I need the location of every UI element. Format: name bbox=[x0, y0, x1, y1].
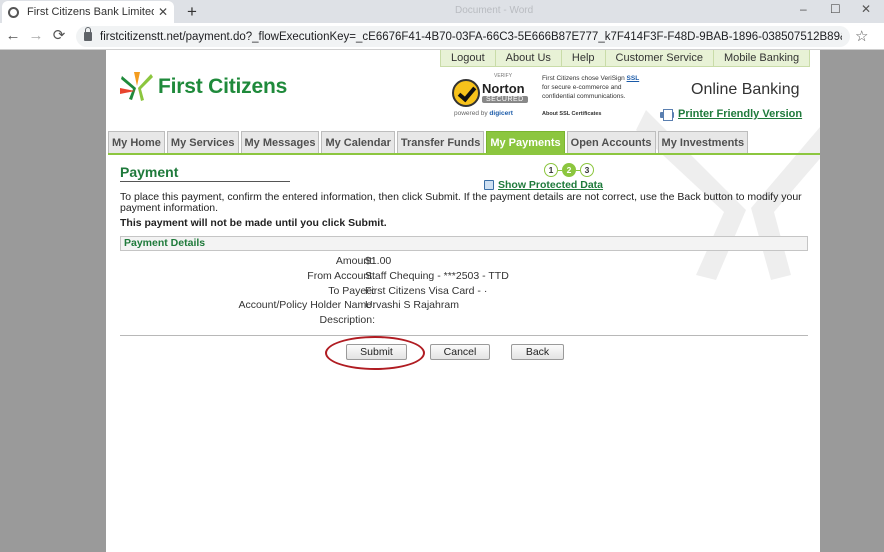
verisign-line-2: for secure e-commerce and bbox=[542, 83, 622, 91]
online-banking-label: Online Banking bbox=[691, 81, 800, 98]
utility-nav: Logout About Us Help Customer Service Mo… bbox=[440, 50, 811, 67]
page-title: Payment bbox=[120, 164, 179, 180]
instructions-text: To place this payment, confirm the enter… bbox=[120, 191, 802, 214]
minimize-icon[interactable]: – bbox=[800, 2, 807, 16]
digicert-label: digicert bbox=[489, 110, 513, 117]
about-us-link[interactable]: About Us bbox=[496, 50, 562, 66]
globe-icon bbox=[8, 6, 19, 18]
detail-row-description: Description: bbox=[120, 314, 808, 329]
norton-name: Norton bbox=[482, 81, 525, 96]
back-arrow-icon[interactable]: ← bbox=[4, 26, 22, 46]
title-underline bbox=[120, 181, 290, 182]
tab-my-services[interactable]: My Services bbox=[166, 131, 239, 153]
norton-powered-by: powered by digicert bbox=[454, 110, 513, 117]
verisign-line-1: First Citizens chose VeriSign bbox=[542, 75, 625, 82]
help-link[interactable]: Help bbox=[562, 50, 606, 66]
tab-my-investments[interactable]: My Investments bbox=[657, 131, 749, 153]
detail-value: $1.00 bbox=[365, 255, 392, 267]
submit-button[interactable]: Submit bbox=[346, 344, 407, 360]
detail-label: Description: bbox=[319, 314, 375, 326]
detail-value: First Citizens Visa Card - · bbox=[365, 285, 488, 297]
tab-open-accounts[interactable]: Open Accounts bbox=[566, 131, 656, 153]
forward-arrow-icon[interactable]: → bbox=[27, 26, 45, 46]
printer-friendly-link[interactable]: Printer Friendly Version bbox=[660, 108, 803, 121]
step-indicator: 1 2 3 bbox=[544, 163, 594, 177]
show-protected-data-link[interactable]: Show Protected Data bbox=[484, 179, 603, 191]
detail-value: Urvashi S Rajahram bbox=[365, 299, 459, 311]
payment-details-header: Payment Details bbox=[120, 236, 808, 251]
norton-checkmark-icon bbox=[452, 79, 480, 107]
browser-tab[interactable]: First Citizens Bank Limited, - Pay ✕ bbox=[2, 1, 174, 23]
norton-powered-label: powered by bbox=[454, 110, 488, 117]
detail-row-to-payee: To Payee: First Citizens Visa Card - · bbox=[120, 285, 808, 300]
bookmark-star-icon[interactable]: ☆ bbox=[855, 27, 868, 45]
main-tabs: My Home My Services My Messages My Calen… bbox=[108, 131, 750, 153]
logout-link[interactable]: Logout bbox=[441, 50, 496, 66]
protected-data-icon bbox=[484, 180, 494, 190]
norton-secured-badge: SECURED bbox=[482, 96, 528, 103]
close-tab-icon[interactable]: ✕ bbox=[158, 5, 168, 19]
about-ssl-link[interactable]: About SSL Certificates bbox=[542, 111, 672, 118]
show-protected-label: Show Protected Data bbox=[498, 179, 604, 191]
first-citizens-logo-icon bbox=[120, 72, 153, 101]
printer-friendly-label: Printer Friendly Version bbox=[678, 108, 803, 120]
close-window-icon[interactable]: ✕ bbox=[861, 2, 871, 16]
tab-my-messages[interactable]: My Messages bbox=[240, 131, 320, 153]
browser-tab-bar: First Citizens Bank Limited, - Pay ✕ + D… bbox=[0, 0, 884, 23]
maximize-icon[interactable]: ☐ bbox=[830, 2, 841, 16]
background-window-title: Document - Word bbox=[455, 5, 534, 16]
norton-seal[interactable]: VERIFY Norton SECURED powered by digicer… bbox=[452, 73, 530, 119]
brand-name: First Citizens bbox=[158, 75, 288, 98]
customer-service-link[interactable]: Customer Service bbox=[606, 50, 714, 66]
step-3: 3 bbox=[580, 163, 594, 177]
norton-verify-label: VERIFY bbox=[494, 73, 513, 79]
new-tab-button[interactable]: + bbox=[181, 2, 203, 22]
mobile-banking-link[interactable]: Mobile Banking bbox=[714, 50, 809, 66]
ssl-link[interactable]: SSL bbox=[627, 75, 640, 82]
detail-row-from-account: From Account: Staff Chequing - ***2503 -… bbox=[120, 270, 808, 285]
step-1: 1 bbox=[544, 163, 558, 177]
lock-icon bbox=[84, 27, 92, 41]
detail-row-holder-name: Account/Policy Holder Name: Urvashi S Ra… bbox=[120, 299, 808, 314]
tab-underline bbox=[108, 153, 820, 155]
url-input[interactable]: firstcitizenstt.net/payment.do?_flowExec… bbox=[76, 26, 850, 47]
address-bar: ← → ⟳ firstcitizenstt.net/payment.do?_fl… bbox=[0, 23, 884, 50]
tab-my-calendar[interactable]: My Calendar bbox=[321, 131, 395, 153]
tab-transfer-funds[interactable]: Transfer Funds bbox=[396, 131, 485, 153]
tab-my-home[interactable]: My Home bbox=[108, 131, 165, 153]
verisign-line-3: confidential communications. bbox=[542, 92, 626, 100]
detail-value: Staff Chequing - ***2503 - TTD bbox=[365, 270, 509, 282]
brand-logo[interactable]: First Citizens bbox=[120, 70, 287, 104]
detail-label: Account/Policy Holder Name: bbox=[238, 299, 375, 311]
cancel-button[interactable]: Cancel bbox=[430, 344, 490, 360]
reload-icon[interactable]: ⟳ bbox=[50, 26, 68, 46]
verisign-note: First Citizens chose VeriSign SSL for se… bbox=[542, 75, 672, 119]
back-button[interactable]: Back bbox=[511, 344, 564, 360]
web-page: Logout About Us Help Customer Service Mo… bbox=[106, 50, 820, 552]
warning-text: This payment will not be made until you … bbox=[120, 217, 387, 229]
tab-title: First Citizens Bank Limited, - Pay bbox=[27, 6, 154, 18]
url-text: firstcitizenstt.net/payment.do?_flowExec… bbox=[100, 30, 842, 43]
tab-my-payments[interactable]: My Payments bbox=[486, 131, 565, 153]
step-2: 2 bbox=[562, 163, 576, 177]
divider bbox=[120, 335, 808, 336]
detail-row-amount: Amount: $1.00 bbox=[120, 255, 808, 270]
printer-icon bbox=[660, 108, 674, 121]
